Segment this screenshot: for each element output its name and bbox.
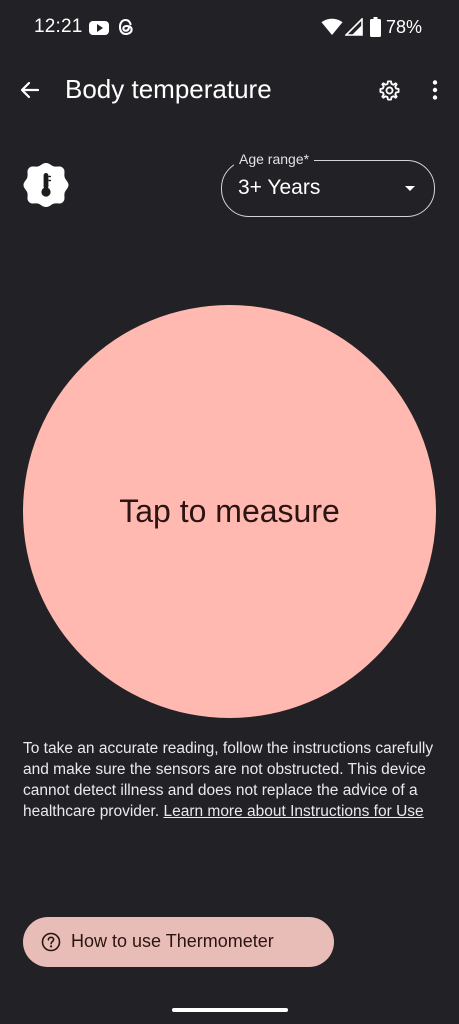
- status-time: 12:21: [34, 16, 83, 37]
- instructions-link[interactable]: Learn more about Instructions for Use: [163, 803, 423, 820]
- battery-percent: 78%: [386, 17, 423, 37]
- dropdown-arrow-icon: [405, 186, 415, 191]
- signal-icon: [345, 18, 363, 36]
- back-arrow-icon[interactable]: [18, 78, 42, 102]
- age-range-dropdown[interactable]: Age range* 3+ Years: [221, 151, 435, 217]
- how-to-use-button[interactable]: How to use Thermometer: [23, 917, 334, 967]
- measure-label: Tap to measure: [119, 493, 340, 529]
- gear-icon[interactable]: [378, 79, 401, 102]
- thermometer-icon: [23, 163, 69, 207]
- wifi-icon: [321, 18, 343, 35]
- more-vert-icon[interactable]: [424, 79, 446, 101]
- threads-icon: [118, 18, 133, 36]
- status-bar: 12:21 78%: [0, 0, 459, 56]
- youtube-icon: [89, 21, 109, 35]
- disclaimer: To take an accurate reading, follow the …: [23, 738, 443, 822]
- page-title: Body temperature: [65, 74, 272, 104]
- battery-icon: [370, 17, 381, 37]
- measure-button[interactable]: Tap to measure: [23, 305, 436, 718]
- age-range-value: 3+ Years: [238, 176, 321, 199]
- how-to-use-label: How to use Thermometer: [71, 931, 274, 951]
- gesture-nav-handle[interactable]: [172, 1008, 288, 1012]
- help-circle-icon: [41, 932, 61, 952]
- age-range-label: Age range*: [234, 151, 315, 167]
